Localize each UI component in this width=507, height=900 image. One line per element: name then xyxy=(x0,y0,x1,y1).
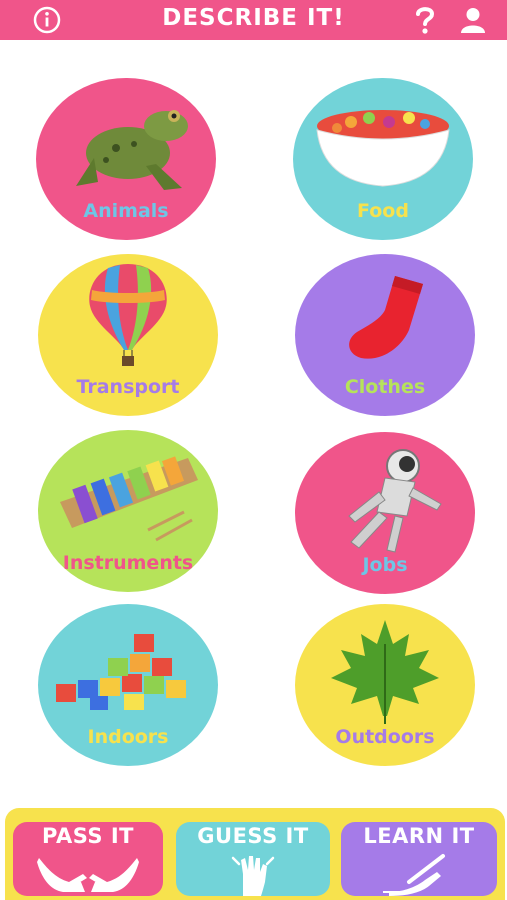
learn-it-button[interactable]: LEARN IT xyxy=(341,822,497,896)
category-label: Jobs xyxy=(362,554,408,576)
user-icon xyxy=(461,8,485,33)
category-label: Outdoors xyxy=(335,726,435,748)
category-food[interactable]: Food xyxy=(293,78,473,240)
help-button[interactable] xyxy=(408,3,442,37)
category-label: Indoors xyxy=(87,726,169,748)
category-jobs[interactable]: Jobs xyxy=(295,432,475,594)
category-label: Clothes xyxy=(344,376,426,398)
category-label: Animals xyxy=(83,200,169,222)
category-label: Instruments xyxy=(62,552,194,574)
category-label: Food xyxy=(357,200,409,222)
pass-it-label: PASS IT xyxy=(42,824,134,848)
category-clothes[interactable]: Clothes xyxy=(295,254,475,416)
category-label: Transport xyxy=(76,376,180,398)
guess-it-label: GUESS IT xyxy=(197,824,309,848)
info-button[interactable] xyxy=(30,3,64,37)
learn-it-label: LEARN IT xyxy=(363,824,475,848)
category-transport[interactable]: Transport xyxy=(38,254,218,416)
profile-button[interactable] xyxy=(456,3,490,37)
category-instruments[interactable]: Instruments xyxy=(38,430,218,592)
hands-icon xyxy=(37,858,139,892)
raised-hand-icon xyxy=(231,856,275,896)
pass-it-button[interactable]: PASS IT xyxy=(13,822,163,896)
question-icon xyxy=(416,7,435,34)
guess-it-button[interactable]: GUESS IT xyxy=(176,822,330,896)
category-outdoors[interactable]: Outdoors xyxy=(295,604,475,766)
info-icon xyxy=(33,6,61,34)
category-indoors[interactable]: Indoors xyxy=(38,604,218,766)
category-animals[interactable]: Animals xyxy=(36,78,216,240)
writing-hand-icon xyxy=(383,854,445,896)
